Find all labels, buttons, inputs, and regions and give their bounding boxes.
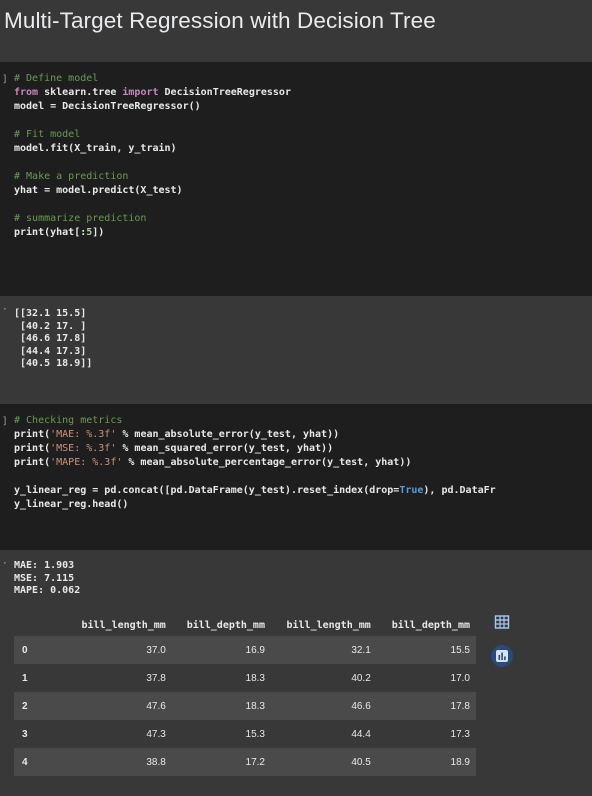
- column-header: bill_length_mm: [286, 619, 371, 631]
- code-line: # Make a prediction: [14, 171, 129, 182]
- table-view-button[interactable]: [491, 611, 513, 633]
- dataframe-table: bill_length_mm bill_depth_mm bill_length…: [14, 614, 476, 776]
- row-index: 2: [14, 692, 66, 720]
- prediction-output: [[32.1 15.5] [40.2 17. ] [46.6 17.8] [44…: [14, 308, 93, 369]
- table-row: 4 38.8 17.2 40.5 18.9: [14, 748, 476, 776]
- column-header: [14, 614, 66, 636]
- metrics-output: MAE: 1.903 MSE: 7.115 MAPE: 0.062: [14, 560, 81, 596]
- row-index: 3: [14, 720, 66, 748]
- table-cell: 18.3: [171, 692, 271, 720]
- code-cell-1[interactable]: ] # Define model from sklearn.tree impor…: [0, 62, 592, 296]
- code-line: yhat = model.predict(X_test): [14, 185, 183, 196]
- table-header-row: bill_length_mm bill_depth_mm bill_length…: [14, 614, 476, 636]
- output-gutter: ·: [2, 304, 8, 315]
- code-line: print('MSE: %.3f' % mean_squared_error(y…: [14, 443, 334, 454]
- row-index: 4: [14, 748, 66, 776]
- table-cell: 38.8: [66, 748, 172, 776]
- column-header: bill_depth_mm: [391, 619, 470, 631]
- table-row: 2 47.6 18.3 46.6 17.8: [14, 692, 476, 720]
- code-editor[interactable]: # Checking metrics print('MAE: %.3f' % m…: [14, 414, 592, 512]
- table-cell: 37.8: [66, 664, 172, 692]
- table-cell: 37.0: [66, 636, 172, 664]
- code-line: model = DecisionTreeRegressor(): [14, 101, 201, 112]
- row-index: 0: [14, 636, 66, 664]
- code-line: # Checking metrics: [14, 415, 123, 426]
- table-cell: 32.1: [270, 636, 377, 664]
- table-cell: 47.6: [66, 692, 172, 720]
- code-line: # Define model: [14, 73, 99, 84]
- section-title: Multi-Target Regression with Decision Tr…: [4, 8, 436, 33]
- code-editor[interactable]: # Define model from sklearn.tree import …: [14, 72, 592, 240]
- cell-run-gutter[interactable]: ]: [2, 74, 8, 85]
- suggest-chart-icon: [496, 650, 508, 662]
- row-index: 1: [14, 664, 66, 692]
- table-cell: 16.9: [171, 636, 271, 664]
- table-row: 1 37.8 18.3 40.2 17.0: [14, 664, 476, 692]
- code-line: model.fit(X_train, y_train): [14, 143, 177, 154]
- code-line: # Fit model: [14, 129, 81, 140]
- table-cell: 40.5: [270, 748, 377, 776]
- column-header: bill_depth_mm: [186, 619, 265, 631]
- table-row: 0 37.0 16.9 32.1 15.5: [14, 636, 476, 664]
- table-cell: 18.9: [376, 748, 476, 776]
- table-row: 3 47.3 15.3 44.4 17.3: [14, 720, 476, 748]
- code-line: y_linear_reg.head(): [14, 499, 129, 510]
- table-cell: 17.0: [376, 664, 476, 692]
- table-cell: 18.3: [171, 664, 271, 692]
- table-cell: 44.4: [270, 720, 377, 748]
- table-cell: 15.5: [376, 636, 476, 664]
- table-cell: 40.2: [270, 664, 377, 692]
- table-view-icon: [494, 615, 510, 629]
- code-line: from sklearn.tree import DecisionTreeReg…: [14, 87, 291, 98]
- table-cell: 46.6: [270, 692, 377, 720]
- code-cell-2[interactable]: ] # Checking metrics print('MAE: %.3f' %…: [0, 404, 592, 550]
- cell-run-gutter[interactable]: ]: [2, 416, 8, 427]
- table-cell: 15.3: [171, 720, 271, 748]
- cell-output-1: · [[32.1 15.5] [40.2 17. ] [46.6 17.8] […: [0, 296, 592, 404]
- code-line: print('MAE: %.3f' % mean_absolute_error(…: [14, 429, 340, 440]
- table-cell: 17.8: [376, 692, 476, 720]
- code-line: # summarize prediction: [14, 213, 147, 224]
- code-line: print('MAPE: %.3f' % mean_absolute_perce…: [14, 457, 412, 468]
- code-line: y_linear_reg = pd.concat([pd.DataFrame(y…: [14, 485, 496, 496]
- table-cell: 17.3: [376, 720, 476, 748]
- table-cell: 17.2: [171, 748, 271, 776]
- column-header: bill_length_mm: [81, 619, 166, 631]
- table-cell: 47.3: [66, 720, 172, 748]
- output-gutter: ·: [2, 558, 8, 569]
- code-line: print(yhat[:5]): [14, 227, 105, 238]
- suggest-chart-button[interactable]: [491, 645, 513, 667]
- notebook-title-bar: Multi-Target Regression with Decision Tr…: [0, 0, 592, 62]
